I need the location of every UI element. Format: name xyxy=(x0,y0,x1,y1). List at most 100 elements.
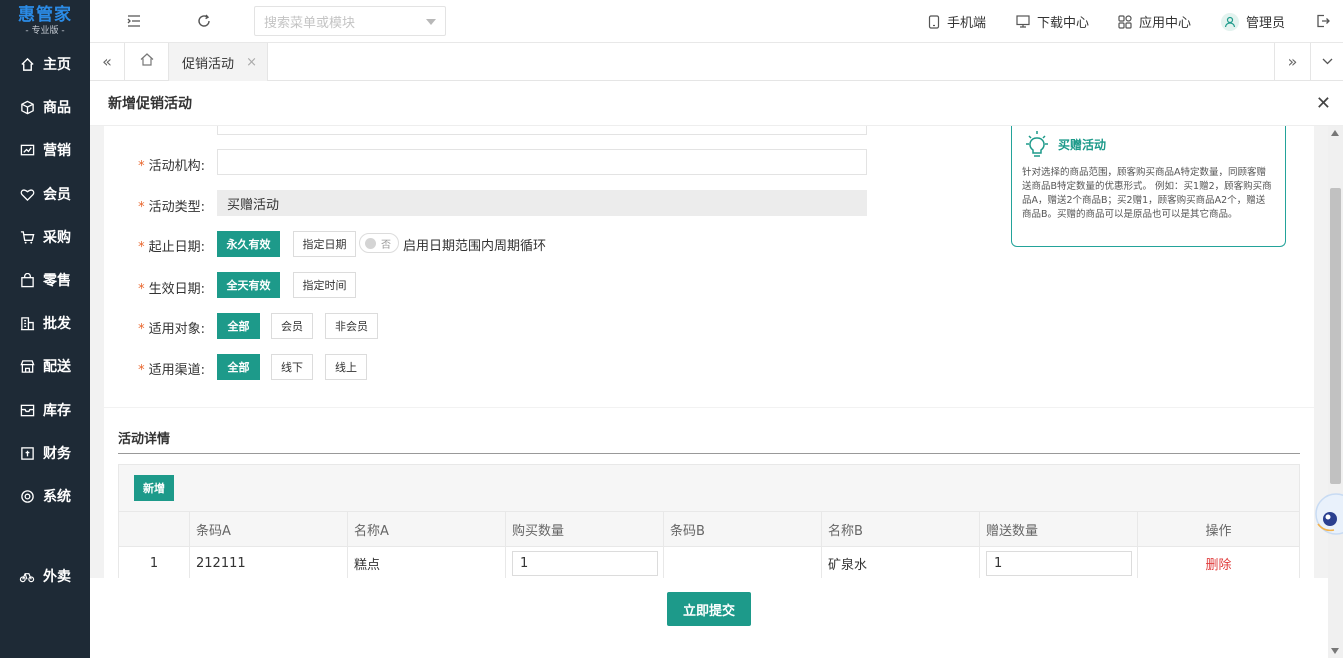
channel-online-button[interactable]: 线上 xyxy=(325,354,367,380)
add-row-button[interactable]: 新增 xyxy=(134,475,174,501)
cycle-toggle[interactable]: 否 xyxy=(359,233,399,253)
sidebar-item-purchase[interactable]: 采购 xyxy=(0,217,90,257)
col-header: 购买数量 xyxy=(505,512,663,546)
sidebar-item-takeout[interactable]: 外卖 xyxy=(0,556,90,596)
chart-icon xyxy=(19,142,35,158)
panel-header: 新增促销活动 ✕ xyxy=(90,81,1343,126)
org-input[interactable] xyxy=(217,149,867,175)
buy-qty-input[interactable]: 1 xyxy=(512,550,658,576)
name-a-cell: 糕点 xyxy=(347,547,505,578)
user-name: 管理员 xyxy=(1246,16,1286,31)
scroll-down-icon[interactable] xyxy=(1331,648,1339,654)
target-all-button[interactable]: 全部 xyxy=(217,313,260,339)
details-divider xyxy=(118,453,1300,454)
sidebar-item-home[interactable]: 主页 xyxy=(0,44,90,84)
tabs-scroll-right-button[interactable]: » xyxy=(1274,43,1310,80)
scroll-up-icon[interactable] xyxy=(1331,130,1339,136)
sidebar-item-goods[interactable]: 商品 xyxy=(0,87,90,127)
col-header: 赠送数量 xyxy=(979,512,1137,546)
sidebar-item-label: 库存 xyxy=(43,403,71,419)
logout-icon[interactable] xyxy=(1313,11,1333,31)
date-specify-button[interactable]: 指定日期 xyxy=(293,231,356,257)
home-icon xyxy=(140,53,154,70)
target-nonmember-button[interactable]: 非会员 xyxy=(325,313,378,339)
sidebar-item-delivery[interactable]: 配送 xyxy=(0,346,90,386)
gift-qty-input[interactable]: 1 xyxy=(986,550,1132,576)
settings-icon xyxy=(19,488,35,504)
channel-offline-button[interactable]: 线下 xyxy=(271,354,313,380)
tabs-menu-button[interactable] xyxy=(1310,43,1343,80)
mobile-label: 手机端 xyxy=(947,16,987,31)
assistant-float-icon[interactable] xyxy=(1312,484,1343,544)
download-center-link[interactable]: 下载中心 xyxy=(1016,12,1089,31)
toggle-knob xyxy=(365,238,376,249)
sidebar-item-label: 营销 xyxy=(43,143,71,159)
sidebar-item-retail[interactable]: 零售 xyxy=(0,260,90,300)
download-label: 下载中心 xyxy=(1037,16,1090,31)
tab-home[interactable] xyxy=(125,43,168,80)
close-icon[interactable]: ✕ xyxy=(1316,93,1331,114)
target-member-button[interactable]: 会员 xyxy=(271,313,313,339)
sidebar-item-inventory[interactable]: 库存 xyxy=(0,390,90,430)
sidebar-item-wholesale[interactable]: 批发 xyxy=(0,303,90,343)
buy-qty-cell: 1 xyxy=(505,547,663,578)
app-root: 惠管家 - 专业版 - 主页 商品 营销 会员 采购 零售 批发 配送 库存 财… xyxy=(0,0,1343,658)
finance-icon xyxy=(19,445,35,461)
app-center-label: 应用中心 xyxy=(1139,16,1192,31)
grid-icon xyxy=(1118,14,1132,29)
delete-row-link[interactable]: 删除 xyxy=(1205,554,1231,573)
user-menu[interactable]: 管理员 xyxy=(1221,12,1285,31)
col-index xyxy=(119,512,189,546)
tab-label: 促销活动 xyxy=(182,56,235,72)
chevron-down-icon xyxy=(1322,54,1333,69)
sidebar-item-system[interactable]: 系统 xyxy=(0,476,90,516)
col-header: 名称B xyxy=(821,512,979,546)
tabs-bar: « 促销活动 × » xyxy=(90,43,1343,81)
avatar xyxy=(1221,12,1239,31)
scrollbar[interactable] xyxy=(1328,126,1343,658)
sidebar-item-member[interactable]: 会员 xyxy=(0,174,90,214)
cube-icon xyxy=(19,99,35,115)
phone-icon xyxy=(928,14,940,29)
form-section: * 活动机构: * 活动类型: 买赠活动 * 起止日期: 永久有效 指定日期 否 启用… xyxy=(104,126,1314,407)
tip-body: 针对选择的商品范围，顾客购买商品A特定数量，同顾客赠送商品B特定数量的优惠形式。… xyxy=(1022,167,1272,220)
sidebar-item-label: 财务 xyxy=(43,446,71,462)
table-header: 条码A 名称A 购买数量 条码B 名称B 赠送数量 操作 xyxy=(119,511,1299,546)
table-row: 1 212111 糕点 1 矿泉水 1 删除 xyxy=(119,546,1299,578)
barcode-b-cell xyxy=(663,547,821,578)
menu-collapse-icon[interactable] xyxy=(124,11,144,31)
sidebar-item-finance[interactable]: 财务 xyxy=(0,433,90,473)
menu-search-input[interactable]: 搜索菜单或模块 xyxy=(254,6,446,36)
lightbulb-icon xyxy=(1022,130,1052,166)
sidebar-item-label: 批发 xyxy=(43,316,71,332)
row-index: 1 xyxy=(149,555,159,571)
sidebar-item-label: 外卖 xyxy=(43,569,71,585)
bag-icon xyxy=(19,272,35,288)
effect-allday-button[interactable]: 全天有效 xyxy=(217,272,280,298)
sidebar-item-marketing[interactable]: 营销 xyxy=(0,130,90,170)
effect-time-button[interactable]: 指定时间 xyxy=(293,272,356,298)
close-tab-icon[interactable]: × xyxy=(246,55,257,70)
cycle-label: 启用日期范围内周期循环 xyxy=(403,239,547,254)
chevron-down-icon xyxy=(426,19,436,25)
sidebar-item-label: 零售 xyxy=(43,273,71,289)
activity-name-input[interactable] xyxy=(217,126,867,135)
channel-all-button[interactable]: 全部 xyxy=(217,354,260,380)
col-header: 名称A xyxy=(347,512,505,546)
tabs-scroll-left-button[interactable]: « xyxy=(90,43,125,80)
tab-promotion[interactable]: 促销活动 × xyxy=(168,43,268,81)
refresh-icon[interactable] xyxy=(194,11,214,31)
sidebar-item-label: 采购 xyxy=(43,230,71,246)
sidebar-item-label: 系统 xyxy=(43,489,71,505)
logo: 惠管家 - 专业版 - xyxy=(0,0,90,42)
mobile-link[interactable]: 手机端 xyxy=(928,12,986,31)
scrollbar-thumb[interactable] xyxy=(1330,188,1341,484)
sidebar: 惠管家 - 专业版 - 主页 商品 营销 会员 采购 零售 批发 配送 库存 财… xyxy=(0,0,90,658)
edition-label: - 专业版 - xyxy=(25,25,65,36)
toggle-text: 否 xyxy=(381,240,391,251)
barcode-a-cell: 212111 xyxy=(189,547,347,578)
date-forever-button[interactable]: 永久有效 xyxy=(217,231,280,257)
form-footer: 立即提交 xyxy=(90,578,1328,658)
app-center-link[interactable]: 应用中心 xyxy=(1118,12,1191,31)
submit-button[interactable]: 立即提交 xyxy=(667,592,751,626)
